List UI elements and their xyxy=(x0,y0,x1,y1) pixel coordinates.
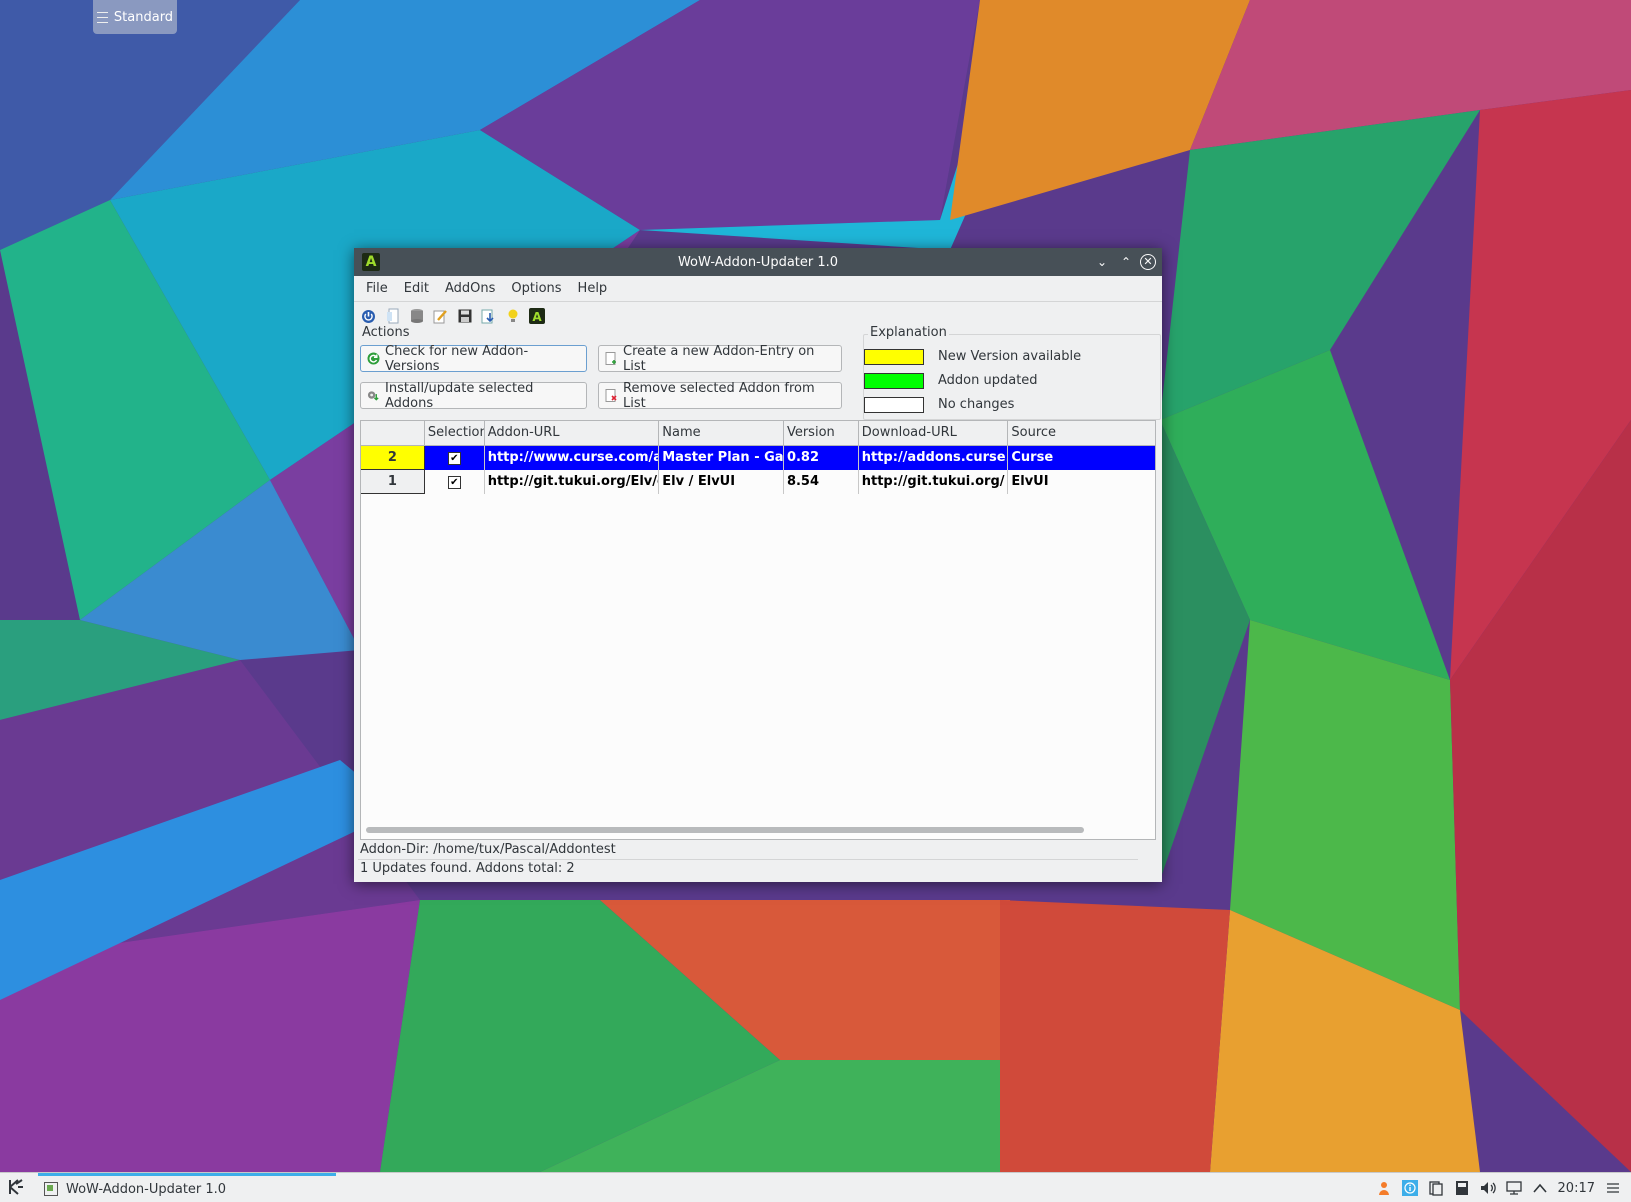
addon-logo-icon[interactable]: A xyxy=(528,308,545,325)
install-update-button[interactable]: Install/update selected Addons xyxy=(360,380,587,411)
download-url-cell[interactable]: http://git.tukui.org/ xyxy=(859,470,1009,494)
close-button[interactable]: ✕ xyxy=(1140,254,1156,270)
create-entry-button[interactable]: Create a new Addon-Entry on List xyxy=(598,343,842,374)
check-versions-button[interactable]: Check for new Addon-Versions xyxy=(360,343,587,374)
info-icon[interactable] xyxy=(1401,1180,1418,1196)
panel-menu-icon[interactable] xyxy=(1605,1180,1621,1196)
app-logo-icon: A xyxy=(362,253,380,271)
explanation-group-title: Explanation xyxy=(868,325,949,340)
window-title: WoW-Addon-Updater 1.0 xyxy=(677,254,839,270)
col-header-rownum[interactable] xyxy=(361,421,425,445)
device-icon[interactable] xyxy=(1454,1180,1470,1196)
remove-entry-icon xyxy=(605,389,618,402)
user-icon[interactable] xyxy=(1376,1180,1392,1196)
legend-swatch-green xyxy=(864,373,924,389)
row-number-cell[interactable]: 1 xyxy=(361,470,425,494)
install-update-label: Install/update selected Addons xyxy=(385,380,534,411)
source-cell[interactable]: Curse xyxy=(1008,446,1155,470)
legend-swatch-white xyxy=(864,397,924,413)
col-header-selection[interactable]: Selection xyxy=(425,421,485,445)
addon-dir-label: Addon-Dir: /home/tux/Pascal/Addontest xyxy=(360,842,616,857)
minimize-button[interactable]: ⌄ xyxy=(1094,254,1110,270)
col-header-name[interactable]: Name xyxy=(659,421,784,445)
add-entry-icon xyxy=(605,352,618,365)
task-label: WoW-Addon-Updater 1.0 xyxy=(66,1181,227,1197)
legend-label-new-version: New Version available xyxy=(938,349,1082,364)
row-checkbox[interactable]: ✔ xyxy=(447,475,461,489)
refresh-icon xyxy=(367,352,380,365)
col-header-source[interactable]: Source xyxy=(1008,421,1155,445)
volume-icon[interactable] xyxy=(1480,1180,1496,1196)
actions-group-title: Actions xyxy=(362,325,410,340)
install-icon xyxy=(367,389,380,402)
legend-swatch-yellow xyxy=(864,349,924,365)
status-separator xyxy=(358,859,1138,860)
clock[interactable]: 20:17 xyxy=(1558,1181,1595,1196)
create-entry-label: Create a new Addon-Entry on List xyxy=(623,343,815,374)
menu-options[interactable]: Options xyxy=(503,281,569,296)
remove-addon-label: Remove selected Addon from List xyxy=(623,380,815,411)
table-row[interactable]: 1 ✔ http://git.tukui.org/Elv/elvui Elv /… xyxy=(361,470,1155,494)
toolbar: A xyxy=(354,304,1162,328)
addon-url-cell[interactable]: http://www.curse.com/addons/wow/master-p… xyxy=(484,446,660,470)
power-icon[interactable] xyxy=(360,308,377,325)
menu-bar: File Edit AddOns Options Help xyxy=(354,276,1162,302)
version-cell[interactable]: 0.82 xyxy=(783,446,859,470)
status-summary: 1 Updates found. Addons total: 2 xyxy=(360,861,575,876)
check-versions-label: Check for new Addon-Versions xyxy=(385,343,529,374)
panel-label: Standard xyxy=(113,9,174,25)
row-number-cell[interactable]: 2 xyxy=(361,446,425,470)
database-icon[interactable] xyxy=(408,308,425,325)
horizontal-scrollbar[interactable] xyxy=(366,827,1084,833)
col-header-addon-url[interactable]: Addon-URL xyxy=(485,421,660,445)
name-cell[interactable]: Elv / ElvUI xyxy=(659,470,784,494)
selection-cell[interactable]: ✔ xyxy=(425,470,485,494)
selection-cell[interactable]: ✔ xyxy=(424,446,485,470)
menu-addons[interactable]: AddOns xyxy=(437,281,503,296)
taskbar-task-wow-addon-updater[interactable]: WoW-Addon-Updater 1.0 xyxy=(38,1173,336,1202)
menu-file[interactable]: File xyxy=(358,281,396,296)
edit-icon[interactable] xyxy=(432,308,449,325)
import-icon[interactable] xyxy=(480,308,497,325)
chevron-up-icon[interactable] xyxy=(1532,1180,1548,1196)
application-launcher-icon[interactable] xyxy=(6,1178,26,1198)
system-tray: 20:17 xyxy=(1376,1177,1621,1199)
legend-label-no-changes: No changes xyxy=(938,397,1015,412)
save-icon[interactable] xyxy=(456,308,473,325)
name-cell[interactable]: Master Plan - Garrison xyxy=(659,446,784,470)
table-header: Selection Addon-URL Name Version Downloa… xyxy=(361,421,1155,446)
clipboard-icon[interactable] xyxy=(1428,1180,1444,1196)
network-icon[interactable] xyxy=(1505,1180,1522,1196)
legend-label-updated: Addon updated xyxy=(938,373,1038,388)
row-checkbox[interactable]: ✔ xyxy=(447,451,461,465)
maximize-button[interactable]: ⌃ xyxy=(1118,254,1134,270)
source-cell[interactable]: ElvUI xyxy=(1008,470,1155,494)
lightbulb-icon[interactable] xyxy=(504,308,521,325)
download-url-cell[interactable]: http://addons.curse.cursecdn.com xyxy=(858,446,1009,470)
menu-help[interactable]: Help xyxy=(570,281,616,296)
svg-text:A: A xyxy=(532,310,542,324)
menu-edit[interactable]: Edit xyxy=(396,281,437,296)
table-row[interactable]: 2 ✔ http://www.curse.com/addons/wow/mast… xyxy=(361,446,1155,470)
col-header-download-url[interactable]: Download-URL xyxy=(859,421,1009,445)
hamburger-icon xyxy=(96,11,108,23)
page-icon[interactable] xyxy=(384,308,401,325)
title-bar[interactable]: A WoW-Addon-Updater 1.0 ⌄ ⌃ ✕ xyxy=(354,248,1162,276)
addon-url-cell[interactable]: http://git.tukui.org/Elv/elvui xyxy=(485,470,660,494)
col-header-version[interactable]: Version xyxy=(784,421,859,445)
remove-addon-button[interactable]: Remove selected Addon from List xyxy=(598,380,842,411)
task-window-icon xyxy=(44,1182,58,1196)
version-cell[interactable]: 8.54 xyxy=(784,470,859,494)
addons-table[interactable]: Selection Addon-URL Name Version Downloa… xyxy=(360,420,1156,840)
taskbar: WoW-Addon-Updater 1.0 20:17 xyxy=(0,1172,1631,1202)
panel-toolbox-button[interactable]: Standard xyxy=(93,0,177,34)
